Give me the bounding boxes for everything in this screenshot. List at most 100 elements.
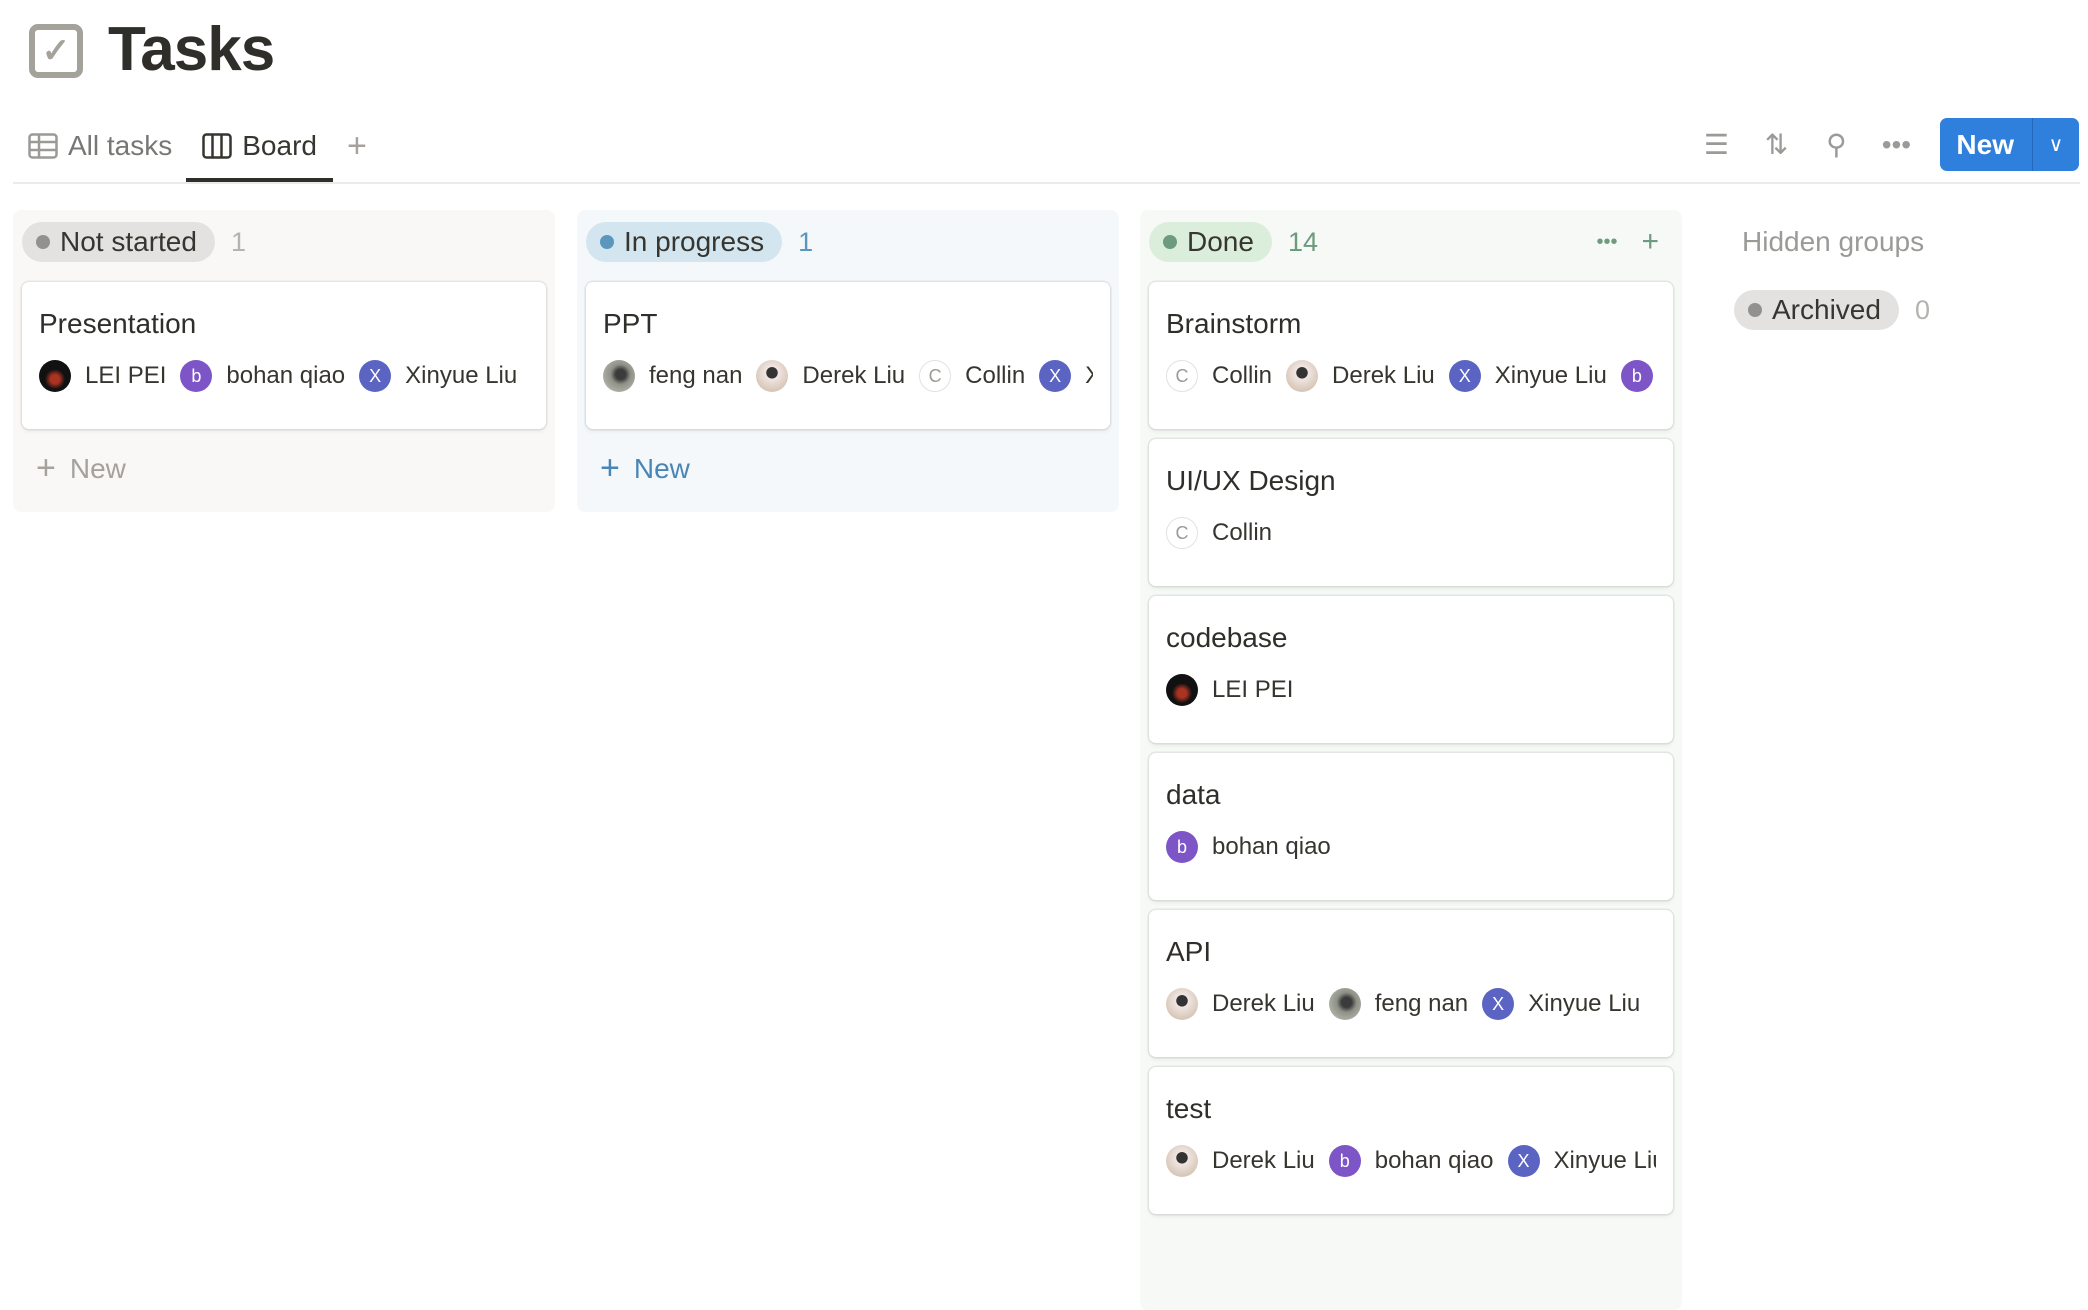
status-dot [600,235,614,249]
avatar-c: C [1166,360,1198,392]
plus-icon[interactable]: + [1641,225,1659,259]
group-pill[interactable]: Done [1149,222,1272,262]
assignees: C Collin Derek Liu X Xinyue Liu bbohan qiao [1166,360,1656,392]
person-chip: b bohan qiao [180,360,345,392]
avatar-photo [1166,674,1198,706]
assignees: feng nan Derek Liu C Collin X Xinyue Liu [603,360,1093,392]
task-card[interactable]: Presentation LEI PEI b bohan qiao X Xinyue Li… [22,282,546,429]
group-pill[interactable]: In progress [586,222,783,262]
group-label: Done [1187,226,1254,257]
person-name: Xinyue Liu [1494,362,1607,389]
avatar-x: X [1039,360,1072,392]
page-title: Tasks [108,15,275,84]
new-button-group: New ∨ [1940,118,2079,171]
group-label: Not started [60,226,197,257]
avatar-photo [1166,1145,1198,1177]
card-title: data [1166,779,1221,810]
task-card[interactable]: test Derek Liu b bohan qiao X Xinyue Liu [1149,1067,1673,1214]
group-label: Archived [1772,294,1881,325]
card-title: Brainstorm [1166,308,1302,339]
person-name: Collin [1212,519,1273,546]
new-button[interactable]: New [1940,118,2032,171]
hidden-group-archived[interactable]: Archived 0 [1734,290,1930,330]
toolbar: ☰ ⇅ ⚲ ••• New ∨ [1686,118,2079,171]
person-name: feng nan [1374,990,1469,1017]
tab-label: All tasks [68,130,173,161]
card-title: API [1166,936,1212,967]
avatar-b: b [1328,1145,1361,1177]
person-chip: Derek Liu [1166,1145,1315,1177]
task-card[interactable]: data b bohan qiao [1149,753,1673,900]
task-card[interactable]: Brainstorm C Collin Derek Liu X Xinyue Liu bbo… [1149,282,1673,429]
avatar-b: b [1620,360,1653,392]
assignees: Derek Liu feng nan X Xinyue Liu [1166,988,1656,1020]
status-dot [36,235,50,249]
group-label: In progress [624,226,765,257]
avatar-photo [603,360,635,392]
add-new-label: New [633,452,690,484]
assignees: LEI PEIbbohan qiaoXXinyue LiuCCollin [39,360,529,392]
tab-label: Board [242,130,317,161]
person-chip: b bohan qiao [1328,1145,1494,1177]
group-count: 0 [1914,294,1930,325]
assignees: C Collin [1166,517,1656,549]
avatar-photo [756,360,789,392]
column-header: Done 14 ••• + [1149,222,1673,262]
person-chip: Derek Liu [756,360,905,392]
person-name: Xinyue Liu [1528,990,1641,1017]
column-header: Not started 1 [22,222,546,262]
board-icon [202,133,232,159]
person-chip: Derek Liu [1166,988,1315,1020]
person-name: Xinyue Liu [1553,1147,1657,1174]
card-title: UI/UX Design [1166,465,1336,496]
checkbox-icon: ✓ [29,24,83,78]
task-card[interactable]: API Derek Liu feng nan X Xinyue Liu [1149,910,1673,1057]
divider [13,182,2080,184]
person-name: bohan qiao [1374,1147,1494,1174]
avatar-x: X [1507,1145,1540,1177]
status-dot [1163,235,1177,249]
search-icon[interactable]: ⚲ [1806,128,1866,161]
task-card[interactable]: UI/UX Design C Collin [1149,439,1673,586]
person-chip: X Xinyue Liu [1448,360,1607,392]
group-count: 1 [798,226,814,257]
avatar-photo [1286,360,1319,392]
tab-all-tasks[interactable]: All tasks [28,124,172,168]
person-chip: X Xinyue Liu [1482,988,1640,1020]
task-card[interactable]: PPT feng nan Derek Liu C Collin X Xinyue Liu [586,282,1110,429]
plus-icon: + [600,449,620,487]
task-card[interactable]: codebase LEI PEI [1149,596,1673,743]
chevron-down-icon[interactable]: ∨ [2032,118,2079,171]
person-chip: C Collin [1166,360,1272,392]
plus-icon: + [36,449,56,487]
more-icon[interactable]: ••• [1596,225,1617,259]
person-name: LEI PEI [85,362,167,389]
more-icon[interactable]: ••• [1866,129,1926,161]
person-chip: Derek Liu [1286,360,1435,392]
add-new-card-button[interactable]: + New [586,439,1110,498]
column-actions: ••• + [1596,225,1659,259]
add-new-card-button[interactable]: + New [22,439,546,498]
table-icon [28,133,58,159]
assignees: b bohan qiao [1166,831,1656,863]
group-count: 1 [230,226,246,257]
add-view-button[interactable]: + [347,127,367,166]
add-new-label: New [69,452,126,484]
sort-icon[interactable]: ⇅ [1746,128,1806,161]
avatar-x: X [1482,988,1515,1020]
person-name: bohan qiao [226,362,346,389]
view-tabs: All tasks Board + [28,124,367,182]
avatar-photo [1328,988,1361,1020]
filter-icon[interactable]: ☰ [1686,128,1746,161]
tab-board[interactable]: Board [186,124,333,182]
avatar-c: C [919,360,952,392]
group-pill[interactable]: Not started [22,222,215,262]
board-column-done: Done 14 ••• + Brainstorm C Collin Derek Liu X Xin… [1140,210,1682,1310]
person-name: Derek Liu [1332,362,1435,389]
card-title: test [1166,1093,1212,1124]
person-chip: LEI PEI [39,360,166,392]
avatar-b: b [1166,831,1198,863]
card-title: Presentation [39,308,197,339]
hidden-groups-title: Hidden groups [1742,226,1925,257]
person-name: feng nan [649,362,743,389]
